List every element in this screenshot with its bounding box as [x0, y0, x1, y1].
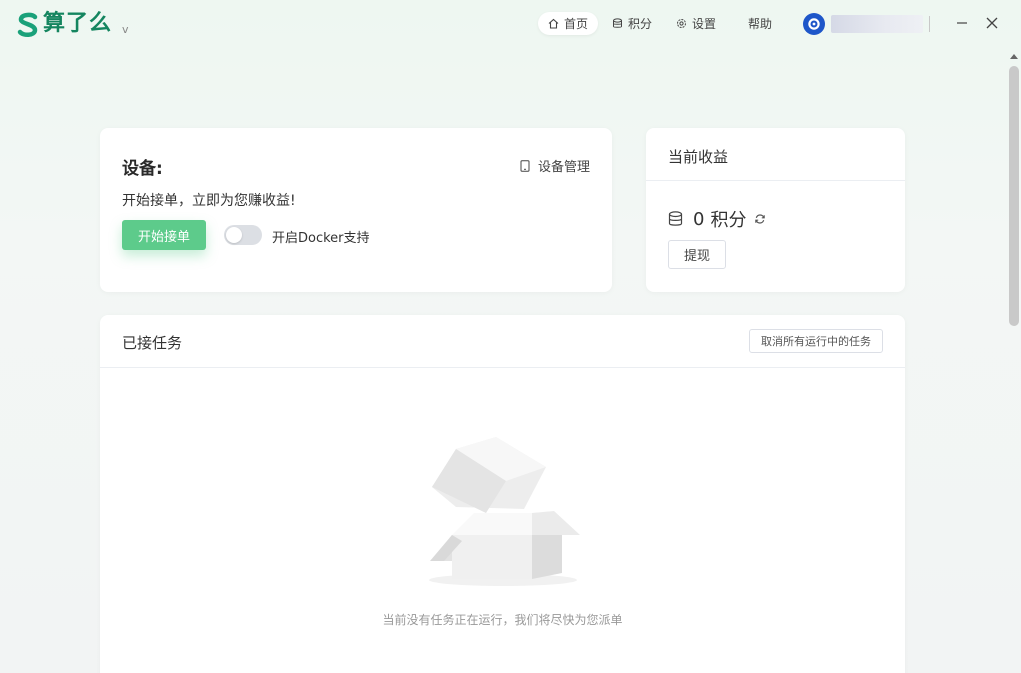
device-manage-label: 设备管理 [537, 160, 590, 175]
docker-toggle[interactable] [224, 225, 262, 245]
divider [646, 180, 905, 181]
title-bar: 算了么 v 首页 积分 设置 帮助 [0, 0, 1021, 48]
user-menu[interactable] [803, 13, 930, 35]
nav-settings[interactable]: 设置 [666, 12, 726, 35]
empty-box-icon [426, 437, 580, 593]
home-icon [548, 18, 559, 29]
earnings-value: 0 [693, 208, 705, 230]
scroll-up-arrow-icon[interactable] [1010, 54, 1018, 59]
nav-help-label: 帮助 [748, 17, 773, 31]
earnings-card: 当前收益 0 积分 提现 [646, 128, 905, 292]
start-orders-button[interactable]: 开始接单 [122, 220, 206, 250]
earnings-title: 当前收益 [668, 148, 729, 166]
withdraw-button[interactable]: 提现 [668, 240, 726, 269]
coin-stack-icon [668, 211, 683, 227]
tablet-icon [520, 159, 530, 172]
nav-settings-label: 设置 [692, 17, 717, 31]
app-name: 算了么 [43, 11, 113, 36]
device-hint: 开始接单，立即为您赚收益! [122, 193, 296, 209]
device-card: 设备: 设备管理 开始接单，立即为您赚收益! 开始接单 开启Docker支持 [100, 128, 612, 292]
minimize-icon [956, 14, 968, 33]
toggle-knob [226, 227, 242, 243]
nav-home[interactable]: 首页 [538, 12, 599, 35]
app-logo: 算了么 v [16, 10, 129, 38]
user-name-redacted [831, 15, 923, 33]
avatar[interactable] [803, 13, 825, 35]
tasks-title: 已接任务 [122, 334, 183, 352]
earnings-unit: 积分 [710, 210, 747, 231]
tasks-card: 已接任务 取消所有运行中的任务 当前没有任务正在运行，我们将尽快为您派单 [100, 315, 905, 673]
logo-s-icon [16, 12, 42, 38]
docker-toggle-label: 开启Docker支持 [272, 231, 370, 246]
nav-points[interactable]: 积分 [602, 12, 662, 35]
coin-stack-icon [612, 18, 623, 29]
close-icon [986, 14, 998, 33]
close-button[interactable] [981, 12, 1003, 34]
gear-icon [676, 18, 687, 29]
nav-points-label: 积分 [628, 17, 653, 31]
cancel-all-tasks-button[interactable]: 取消所有运行中的任务 [749, 329, 883, 353]
empty-state-text: 当前没有任务正在运行，我们将尽快为您派单 [382, 613, 623, 627]
vertical-scrollbar[interactable] [1007, 52, 1021, 673]
divider [929, 16, 930, 32]
earnings-row: 0 积分 [668, 206, 766, 232]
minimize-button[interactable] [951, 12, 973, 34]
nav-help[interactable]: 帮助 [738, 12, 782, 35]
device-manage-link[interactable]: 设备管理 [520, 156, 590, 175]
divider [100, 367, 905, 368]
refresh-icon[interactable] [754, 213, 766, 225]
nav-home-label: 首页 [564, 17, 589, 31]
device-title: 设备: [122, 159, 163, 179]
top-nav: 首页 积分 设置 帮助 [538, 12, 786, 35]
app-version: v [122, 23, 129, 36]
scroll-thumb[interactable] [1009, 66, 1019, 326]
